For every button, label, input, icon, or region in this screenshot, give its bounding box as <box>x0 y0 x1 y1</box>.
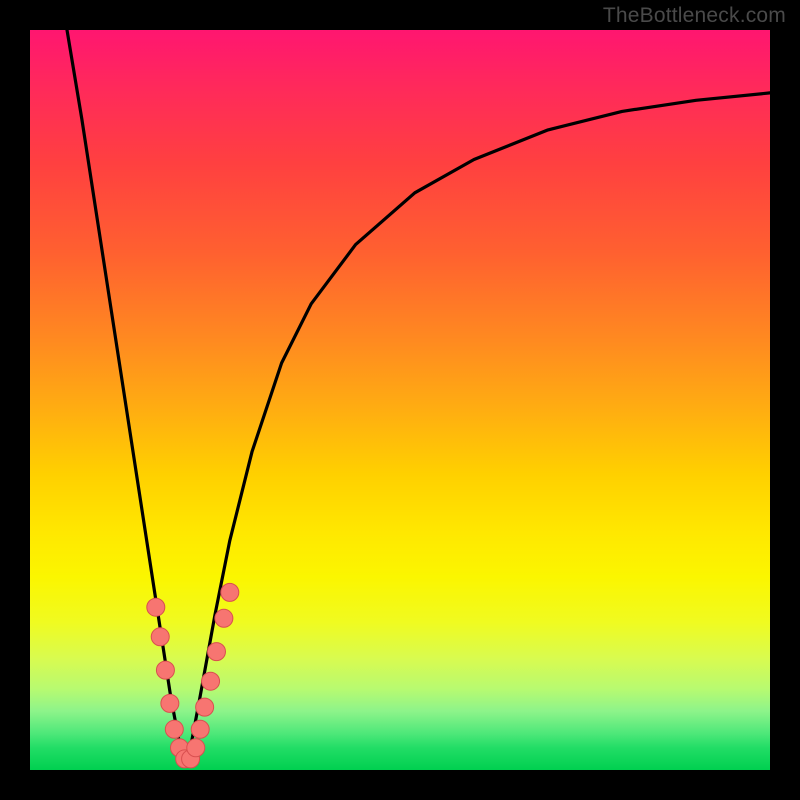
marker-point <box>196 698 214 716</box>
marker-point <box>156 661 174 679</box>
marker-point <box>215 609 233 627</box>
highlighted-points <box>147 583 239 768</box>
chart-svg <box>30 30 770 770</box>
marker-point <box>165 720 183 738</box>
attribution-text: TheBottleneck.com <box>603 4 786 28</box>
marker-point <box>202 672 220 690</box>
marker-point <box>187 739 205 757</box>
marker-point <box>191 720 209 738</box>
marker-point <box>151 628 169 646</box>
bottleneck-curve <box>67 30 770 755</box>
marker-point <box>161 694 179 712</box>
chart-frame: TheBottleneck.com <box>0 0 800 800</box>
marker-point <box>147 598 165 616</box>
plot-area <box>30 30 770 770</box>
marker-point <box>207 643 225 661</box>
marker-point <box>221 583 239 601</box>
